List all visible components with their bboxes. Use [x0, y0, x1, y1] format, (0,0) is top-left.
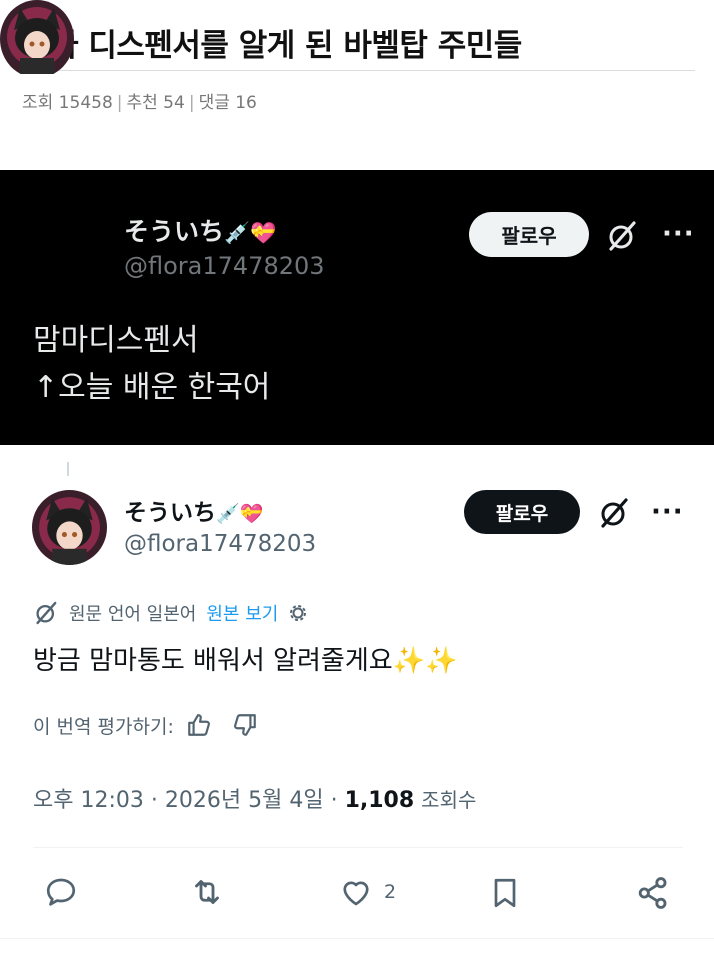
user-handle[interactable]: @flora17478203: [124, 531, 316, 557]
grok-icon: [33, 600, 59, 626]
display-name[interactable]: そういち💉💝: [124, 493, 263, 527]
show-original-link[interactable]: 원본 보기: [206, 600, 278, 626]
like-count: 2: [384, 881, 397, 903]
post-title: 맘마 디스펜서를 알게 된 바벨탑 주민들: [22, 28, 522, 64]
recommend-count: 추천 54: [126, 93, 185, 113]
reply-icon[interactable]: [43, 874, 79, 910]
retweet-icon[interactable]: [188, 874, 226, 910]
heart-icon: [338, 874, 374, 910]
tweet-time[interactable]: 오후 12:03: [33, 788, 144, 813]
display-name[interactable]: そういち💉💝: [124, 212, 276, 248]
translation-source: 원문 언어 일본어: [69, 604, 197, 625]
thumbs-down-icon[interactable]: [232, 712, 258, 738]
tweet-timestamp: 오후 12:03 · 2026년 5월 4일 · 1,108 조회수: [33, 782, 476, 814]
follow-button[interactable]: 팔로우: [469, 212, 589, 257]
rate-translation-label: 이 번역 평가하기:: [33, 715, 174, 738]
more-options-icon[interactable]: ···: [662, 219, 695, 249]
meta-separator: |: [116, 93, 123, 113]
dot-separator: ·: [330, 788, 338, 813]
grok-icon[interactable]: [597, 496, 631, 530]
title-divider: [22, 70, 695, 71]
post-meta: 조회 15458 | 추천 54 | 댓글 16: [22, 88, 257, 113]
views-count: 조회 15458: [22, 93, 113, 113]
like-button[interactable]: 2: [338, 874, 396, 910]
translation-bar: 원문 언어 일본어 원본 보기: [33, 600, 310, 626]
thread-connector: [67, 462, 69, 476]
avatar[interactable]: [32, 490, 107, 565]
comment-count: 댓글 16: [198, 93, 257, 113]
follow-button[interactable]: 팔로우: [464, 490, 580, 534]
gear-icon[interactable]: [286, 601, 310, 625]
grok-icon[interactable]: [605, 219, 639, 253]
action-divider: [33, 847, 683, 848]
bookmark-icon[interactable]: [487, 874, 523, 912]
name-emoji: 💉💝: [216, 503, 264, 525]
dot-separator: ·: [150, 788, 158, 813]
views-count: 1,108: [344, 788, 415, 813]
share-icon[interactable]: [634, 874, 672, 912]
tweet-date[interactable]: 2026년 5월 4일: [165, 788, 324, 813]
thumbs-up-icon[interactable]: [186, 712, 212, 738]
avatar[interactable]: [0, 0, 74, 78]
tweet-text: 방금 맘마통도 배워서 알려줄게요✨✨: [33, 646, 458, 676]
user-handle[interactable]: @flora17478203: [124, 252, 325, 280]
translation-rating: 이 번역 평가하기:: [33, 710, 258, 740]
tweet-text-line: 맘마디스펜서: [33, 323, 199, 358]
views-label: 조회수: [421, 788, 477, 812]
tweet-text-line: ↑오늘 배운 한국어: [33, 370, 271, 405]
more-options-icon[interactable]: ···: [651, 497, 684, 527]
meta-separator: |: [188, 93, 195, 113]
name-emoji: 💉💝: [224, 221, 277, 245]
bottom-divider: [0, 938, 714, 939]
